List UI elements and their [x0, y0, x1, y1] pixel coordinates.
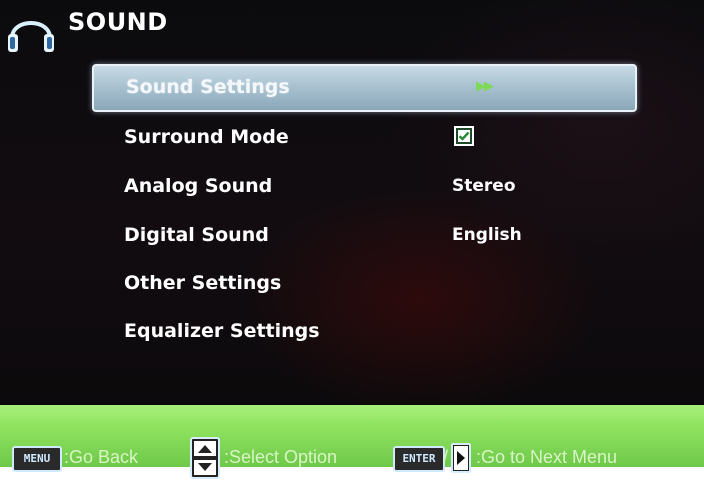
- menu-item-label: Other Settings: [124, 272, 282, 294]
- tv-osd-screen: SOUND Sound Settings ▶▶ Surround Mode An…: [0, 0, 704, 408]
- menu-item-surround-mode[interactable]: Surround Mode: [92, 116, 633, 160]
- separator: /: [443, 447, 449, 467]
- menu-item-equalizer-settings[interactable]: Equalizer Settings: [92, 310, 633, 354]
- enter-key-icon: ENTER: [393, 446, 445, 472]
- up-down-key-icon: [190, 437, 220, 479]
- menu-item-value: Stereo: [452, 176, 516, 196]
- select-option-hint: :Select Option: [224, 447, 338, 467]
- menu-item-label: Sound Settings: [126, 76, 290, 98]
- footer-help-bar: MENU :Go Back :Select Option ENTER / :Go…: [0, 405, 704, 479]
- menu-item-label: Surround Mode: [124, 126, 289, 148]
- next-menu-hint: :Go to Next Menu: [476, 447, 618, 467]
- next-arrow-icon: ▶▶: [476, 79, 494, 94]
- go-back-hint: :Go Back: [64, 447, 139, 467]
- right-arrow-key-icon: [451, 443, 471, 473]
- menu-item-other-settings[interactable]: Other Settings: [92, 262, 633, 306]
- checkmark-icon: [456, 128, 472, 144]
- header: SOUND: [0, 0, 704, 60]
- menu-item-digital-sound[interactable]: Digital Sound English: [92, 214, 633, 258]
- menu-item-label: Digital Sound: [124, 224, 269, 246]
- surround-mode-checkbox[interactable]: [454, 126, 474, 146]
- page-title: SOUND: [68, 8, 168, 36]
- menu-key-icon: MENU: [12, 446, 62, 472]
- headphones-icon: [8, 21, 54, 52]
- menu-item-analog-sound[interactable]: Analog Sound Stereo: [92, 165, 633, 209]
- menu-item-sound-settings[interactable]: Sound Settings ▶▶: [92, 64, 637, 112]
- menu-item-value: English: [452, 225, 522, 245]
- menu-item-label: Equalizer Settings: [124, 320, 320, 342]
- menu-item-label: Analog Sound: [124, 175, 273, 197]
